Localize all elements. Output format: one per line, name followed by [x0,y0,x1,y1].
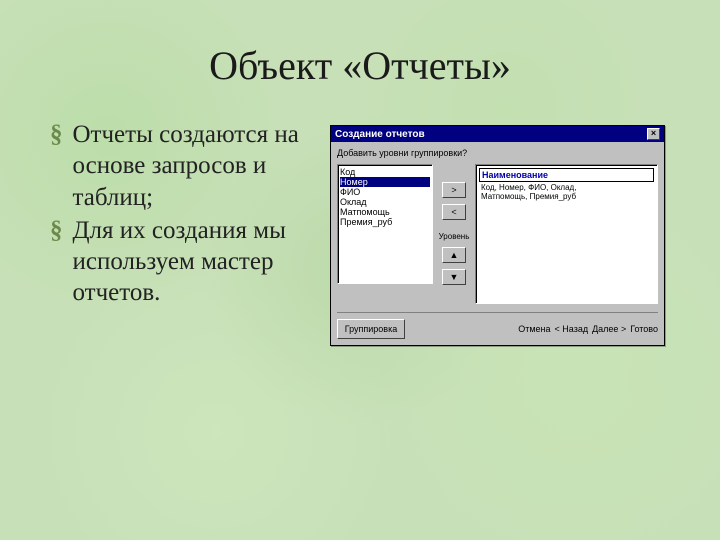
list-item[interactable]: Матпомощь [340,207,430,217]
grouping-button[interactable]: Группировка [337,319,405,339]
slide-title: Объект «Отчеты» [0,0,720,89]
move-buttons: > < Уровень ▲ ▼ [437,164,471,304]
bullet-item: § Отчеты создаются на основе запросов и … [50,119,300,213]
bullet-marker: § [50,215,63,309]
dialog-body: Добавить уровни группировки? Код Номер Ф… [331,142,664,345]
priority-up-button[interactable]: ▲ [442,247,466,263]
list-item[interactable]: Премия_руб [340,217,430,227]
fields-listbox[interactable]: Код Номер ФИО Оклад Матпомощь Премия_руб [337,164,433,284]
next-button[interactable]: Далее > [592,324,626,334]
add-button[interactable]: > [442,182,466,198]
slide-content: § Отчеты создаются на основе запросов и … [0,119,720,346]
dialog-screenshot: Создание отчетов × Добавить уровни групп… [330,125,665,346]
close-icon[interactable]: × [647,128,660,140]
list-item[interactable]: ФИО [340,187,430,197]
dialog-footer: Группировка Отмена < Назад Далее > Готов… [337,312,658,339]
list-item[interactable]: Оклад [340,197,430,207]
priority-down-button[interactable]: ▼ [442,269,466,285]
dialog-mid: Код Номер ФИО Оклад Матпомощь Премия_руб… [337,164,658,304]
bullet-text: Для их создания мы используем мастер отч… [73,215,301,309]
bullet-list: § Отчеты создаются на основе запросов и … [0,119,300,346]
preview-line: Матпомощь, Премия_руб [479,193,654,202]
remove-button[interactable]: < [442,204,466,220]
back-button[interactable]: < Назад [555,324,589,334]
grouping-preview: Наименование Код, Номер, ФИО, Оклад, Мат… [475,164,658,304]
dialog-title: Создание отчетов [335,129,425,140]
list-item[interactable]: Номер [340,177,430,187]
priority-label: Уровень [439,232,470,241]
dialog-prompt: Добавить уровни группировки? [337,148,658,158]
report-wizard-dialog: Создание отчетов × Добавить уровни групп… [330,125,665,346]
finish-button[interactable]: Готово [630,324,658,334]
list-item[interactable]: Код [340,167,430,177]
bullet-item: § Для их создания мы используем мастер о… [50,215,300,309]
bullet-text: Отчеты создаются на основе запросов и та… [73,119,301,213]
dialog-titlebar[interactable]: Создание отчетов × [331,126,664,142]
preview-header: Наименование [479,168,654,182]
bullet-marker: § [50,119,63,213]
cancel-button[interactable]: Отмена [518,324,550,334]
